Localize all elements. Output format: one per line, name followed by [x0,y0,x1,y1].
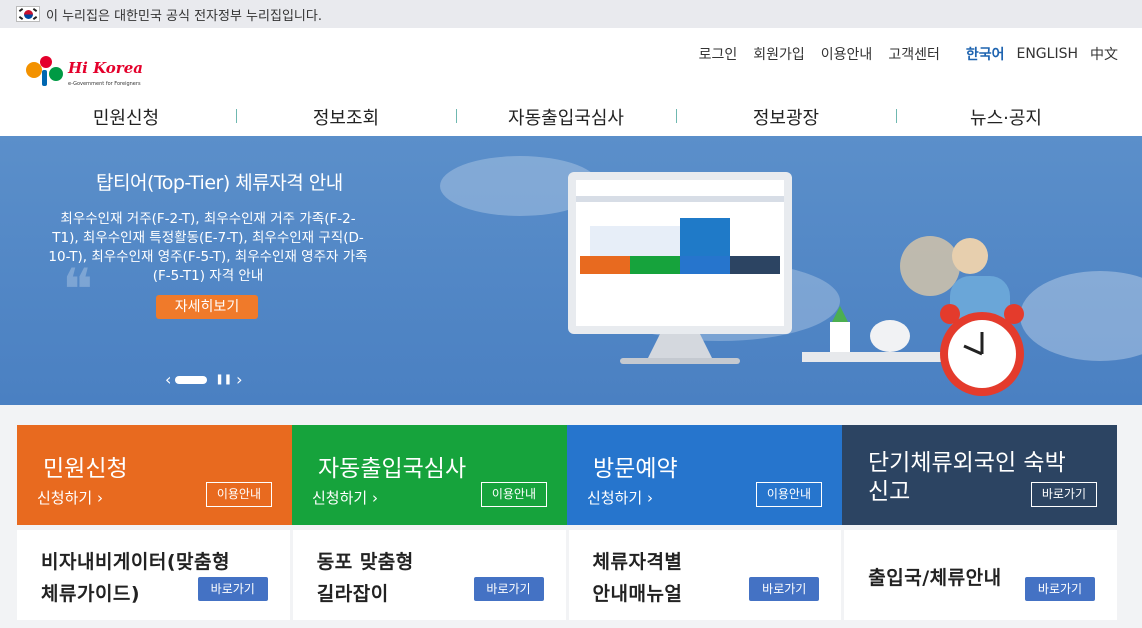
usage-guide-button[interactable]: 이용안내 [205,482,272,507]
main-nav: 민원신청 정보조회 자동출입국심사 정보광장 뉴스·공지 [16,98,1142,136]
pause-icon[interactable]: ❚❚ [215,374,232,385]
nav-civil-application[interactable]: 민원신청 [16,104,236,130]
service-card-title: 방문예약 [593,456,678,482]
login-link[interactable]: 로그인 [699,44,738,64]
info-card-visa-navigator[interactable]: 비자내비게이터(맞춤형 체류가이드) 바로가기 [17,530,290,620]
go-button[interactable]: 바로가기 [473,577,544,601]
korea-flag-icon [16,6,40,22]
nav-info-inquiry[interactable]: 정보조회 [236,104,456,130]
slide-indicator[interactable] [175,375,208,384]
service-card-auto-immigration[interactable]: 자동출입국심사 신청하기 › 이용안내 [292,425,567,525]
nav-info-plaza[interactable]: 정보광장 [676,104,896,130]
nav-auto-immigration[interactable]: 자동출입국심사 [456,104,676,130]
apply-link[interactable]: 신청하기 › [37,487,103,508]
next-arrow-icon[interactable]: › [236,370,242,389]
info-card-compatriot-guide[interactable]: 동포 맞춤형 길라잡이 바로가기 [292,530,566,620]
lang-chinese[interactable]: 中文 [1090,44,1118,64]
service-card-title: 자동출입국심사 [318,456,467,482]
lang-korean[interactable]: 한국어 [966,44,1005,64]
chevron-right-icon: › [371,489,378,507]
main-banner: 탑티어(Top-Tier) 체류자격 안내 최우수인재 거주(F-2-T), 최… [0,136,1142,405]
go-button[interactable]: 바로가기 [749,577,820,601]
service-card-title: 민원신청 [43,456,128,482]
site-header: Hi Korea e-Government for Foreigners 로그인… [0,28,1142,136]
hikorea-logo[interactable]: Hi Korea e-Government for Foreigners [24,48,144,92]
hikorea-logo-icon: Hi Korea e-Government for Foreigners [26,56,143,87]
info-card-immigration-guide[interactable]: 출입국/체류안내 바로가기 [844,530,1117,620]
nav-news-notice[interactable]: 뉴스·공지 [896,104,1116,130]
banner-pager: ‹ ❚❚ › [165,370,243,389]
service-card-lodging-report[interactable]: 단기체류외국인 숙박 신고 바로가기 [842,425,1117,525]
service-cards: 민원신청 신청하기 › 이용안내 자동출입국심사 신청하기 › 이용안내 방문예… [17,425,1117,525]
gov-notice-bar: 이 누리집은 대한민국 공식 전자정부 누리집입니다. [0,0,1142,28]
service-card-visit-reservation[interactable]: 방문예약 신청하기 › 이용안내 [567,425,842,525]
chevron-right-icon: › [646,489,653,507]
quote-mark-icon: ❝ [62,256,94,324]
utility-nav: 로그인 회원가입 이용안내 고객센터 한국어 ENGLISH 中文 [683,44,1118,64]
usage-guide-button[interactable]: 이용안내 [480,482,547,507]
chevron-right-icon: › [96,489,103,507]
go-button[interactable]: 바로가기 [1030,482,1097,507]
svg-text:Hi Korea: Hi Korea [67,59,143,77]
prev-arrow-icon[interactable]: ‹ [165,370,171,389]
info-cards: 비자내비게이터(맞춤형 체류가이드) 바로가기 동포 맞춤형 길라잡이 바로가기… [17,530,1117,620]
svg-text:e-Government for Foreigners: e-Government for Foreigners [68,81,141,87]
apply-link[interactable]: 신청하기 › [312,487,378,508]
usage-guide-link[interactable]: 이용안내 [821,44,873,64]
gov-notice-text: 이 누리집은 대한민국 공식 전자정부 누리집입니다. [46,8,322,24]
info-card-status-manual[interactable]: 체류자격별 안내매뉴얼 바로가기 [568,530,842,620]
customer-center-link[interactable]: 고객센터 [888,44,940,64]
apply-link[interactable]: 신청하기 › [587,487,653,508]
go-button[interactable]: 바로가기 [197,577,268,601]
usage-guide-button[interactable]: 이용안내 [755,482,822,507]
service-card-civil[interactable]: 민원신청 신청하기 › 이용안내 [17,425,292,525]
banner-title: 탑티어(Top-Tier) 체류자격 안내 [96,172,343,194]
go-button[interactable]: 바로가기 [1025,577,1095,601]
banner-description: 최우수인재 거주(F-2-T), 최우수인재 거주 가족(F-2-T1), 최우… [48,211,368,284]
signup-link[interactable]: 회원가입 [753,44,805,64]
lang-english[interactable]: ENGLISH [1016,46,1078,62]
banner-more-button[interactable]: 자세히보기 [156,295,258,319]
